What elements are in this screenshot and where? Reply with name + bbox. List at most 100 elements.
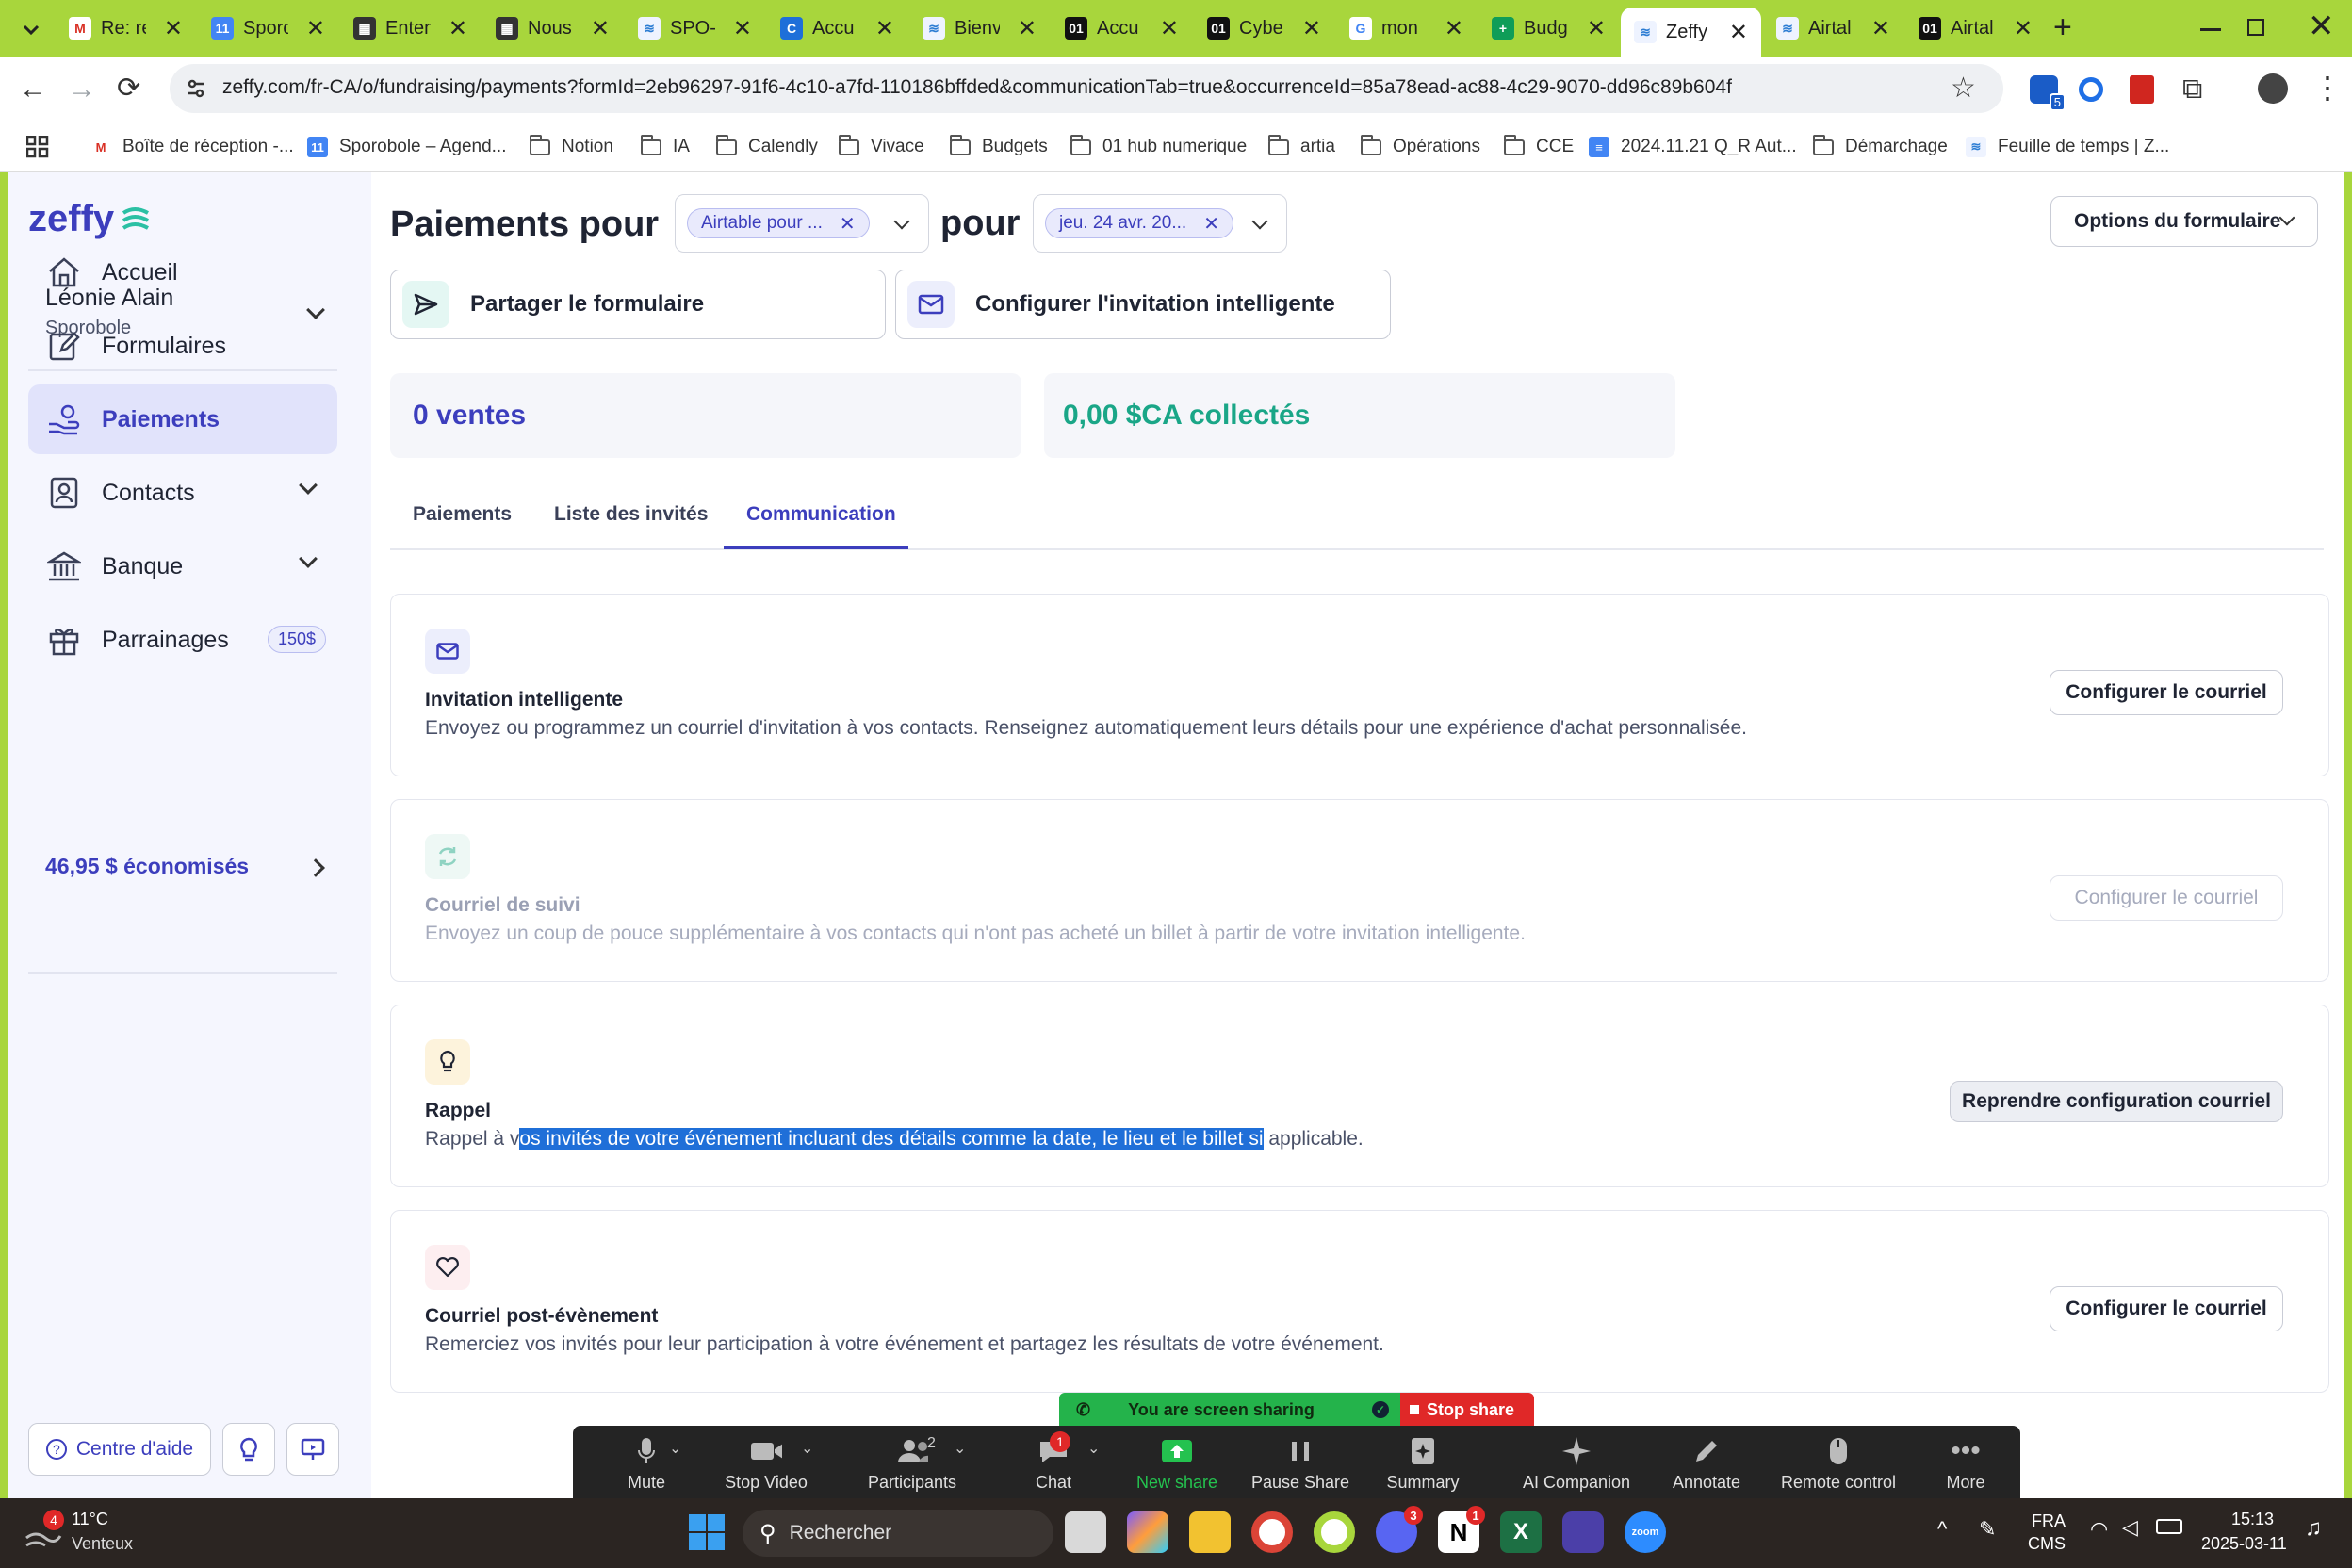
browser-tab[interactable]: ≋ Airtal ✕ (1763, 8, 1903, 49)
input-method[interactable]: CMS (2028, 1534, 2066, 1554)
browser-tab[interactable]: ≋ Bienv ✕ (909, 8, 1050, 49)
close-tab-icon[interactable]: ✕ (1302, 15, 1321, 42)
chevron-down-icon[interactable] (299, 549, 318, 568)
chrome-menu-icon[interactable]: ⋮ (2312, 70, 2343, 106)
chevron-up-icon[interactable]: ⌄ (669, 1439, 681, 1458)
stop-share-button[interactable]: Stop share (1400, 1393, 1534, 1427)
file-explorer-icon[interactable] (1189, 1511, 1231, 1553)
idea-button[interactable] (222, 1423, 275, 1476)
browser-tab[interactable]: 01 Airtal ✕ (1905, 8, 2046, 49)
close-tab-icon[interactable]: ✕ (2014, 15, 2033, 42)
browser-tab[interactable]: ≋ SPO-(✕ (625, 8, 765, 49)
language-indicator[interactable]: FRA (2032, 1511, 2066, 1531)
clock-date[interactable]: 2025-03-11 (2201, 1534, 2287, 1554)
weather-icon[interactable]: 4 (23, 1510, 64, 1553)
extension-icon[interactable]: 5 (2030, 75, 2066, 111)
form-selector[interactable]: Airtable pour ... ✕ (675, 194, 929, 253)
bookmark-item[interactable]: Démarchage (1813, 132, 1948, 162)
remote-control-button[interactable]: Remote control (1768, 1426, 1909, 1498)
zeffy-logo[interactable]: zeffy (28, 198, 152, 240)
browser-tab[interactable]: + Budg ✕ (1478, 8, 1619, 49)
bookmark-item[interactable]: artia (1268, 132, 1335, 162)
browser-tab[interactable]: 11 Sporo ✕ (198, 8, 338, 49)
bookmark-item[interactable]: Budgets (950, 132, 1048, 162)
back-button[interactable]: ← (19, 74, 47, 106)
profile-avatar[interactable] (2258, 74, 2288, 104)
chevron-up-icon[interactable]: ⌄ (954, 1439, 966, 1458)
chevron-up-icon[interactable]: ⌄ (1087, 1439, 1100, 1458)
chevron-down-icon[interactable] (1251, 213, 1268, 230)
bookmark-item[interactable]: 01 hub numerique (1070, 132, 1247, 162)
close-icon[interactable]: ✕ (1203, 212, 1219, 236)
chrome-icon[interactable] (1251, 1511, 1293, 1553)
pdf-extension-icon[interactable] (2130, 75, 2154, 104)
url-bar[interactable]: zeffy.com/fr-CA/o/fundraising/payments?f… (170, 64, 2003, 113)
help-center-button[interactable]: ? Centre d'aide (28, 1423, 211, 1476)
chevron-up-icon[interactable]: ⌄ (801, 1439, 813, 1458)
close-icon[interactable]: ✕ (840, 212, 856, 236)
presentation-button[interactable] (286, 1423, 339, 1476)
tab-liste-des-invites[interactable]: Liste des invités (554, 503, 708, 526)
tab-communication[interactable]: Communication (746, 503, 896, 526)
zoom-icon[interactable]: zoom (1625, 1511, 1666, 1553)
forward-button[interactable]: → (68, 74, 96, 106)
browser-tab[interactable]: M Re: re ✕ (56, 8, 196, 49)
task-view-icon[interactable] (1065, 1511, 1106, 1553)
minimize-button[interactable] (2200, 28, 2221, 31)
browser-tab[interactable]: Gmon ✕ (1336, 8, 1477, 49)
bookmark-item[interactable]: CCE (1504, 132, 1574, 162)
copilot-icon[interactable] (1127, 1511, 1168, 1553)
close-tab-icon[interactable]: ✕ (733, 15, 752, 42)
occurrence-selector[interactable]: jeu. 24 avr. 20... ✕ (1033, 194, 1287, 253)
close-tab-icon[interactable]: ✕ (1587, 15, 1606, 42)
ai-companion-button[interactable]: AI Companion (1506, 1426, 1647, 1498)
sidebar-item-formulaires[interactable]: Formulaires (28, 311, 337, 381)
close-tab-icon[interactable]: ✕ (164, 15, 183, 42)
apps-grid-icon[interactable] (25, 135, 49, 158)
sidebar-item-parrainages[interactable]: Parrainages 150$ (28, 605, 337, 675)
close-tab-icon[interactable]: ✕ (1018, 15, 1037, 42)
bookmark-item[interactable]: Vivace (839, 132, 924, 162)
form-options-button[interactable]: Options du formulaire (2050, 196, 2318, 247)
browser-tab[interactable]: ▦ Nous ✕ (482, 8, 623, 49)
chevron-down-icon[interactable] (893, 213, 910, 230)
restore-button[interactable] (2247, 19, 2264, 36)
notifications-bell-icon[interactable]: ♫ (2305, 1515, 2322, 1542)
extension-circle-icon[interactable] (2079, 77, 2103, 102)
close-tab-icon[interactable]: ✕ (449, 15, 467, 42)
reload-button[interactable]: ⟳ (117, 72, 140, 105)
sidebar-item-accueil[interactable]: Accueil (28, 237, 337, 307)
taskbar-search[interactable]: ⚲ Rechercher (743, 1510, 1054, 1557)
chevron-up-icon[interactable]: ^ (1937, 1517, 1947, 1542)
pen-icon[interactable]: ✎ (1979, 1517, 1996, 1542)
share-form-button[interactable]: Partager le formulaire (390, 270, 886, 339)
close-tab-icon[interactable]: ✕ (1729, 19, 1748, 46)
bookmark-item[interactable]: 11 Sporobole – Agend... (307, 132, 506, 162)
bookmark-item[interactable]: Notion (530, 132, 613, 162)
volume-icon[interactable]: ◁ (2122, 1515, 2138, 1540)
new-tab-button[interactable]: + (2053, 9, 2072, 46)
configure-invitation-button[interactable]: Configurer l'invitation intelligente (895, 270, 1391, 339)
close-tab-icon[interactable]: ✕ (875, 15, 894, 42)
close-tab-icon[interactable]: ✕ (1160, 15, 1179, 42)
bookmark-item[interactable]: ≡ 2024.11.21 Q_R Aut... (1589, 132, 1797, 162)
stop-video-button[interactable]: Stop Video (714, 1426, 818, 1498)
mute-button[interactable]: Mute (609, 1426, 684, 1498)
pause-share-button[interactable]: Pause Share (1244, 1426, 1357, 1498)
bookmark-star-icon[interactable]: ☆ (1951, 72, 1976, 105)
bookmark-item[interactable]: M Boîte de réception -... (90, 132, 294, 162)
bookmark-item[interactable]: ≋ Feuille de temps | Z... (1966, 132, 2169, 162)
close-window-button[interactable]: ✕ (2308, 8, 2335, 45)
chevron-right-icon[interactable] (306, 858, 325, 877)
battery-icon[interactable] (2156, 1519, 2182, 1534)
bookmark-item[interactable]: Opérations (1361, 132, 1480, 162)
browser-tab[interactable]: C Accu ✕ (767, 8, 907, 49)
browser-tab[interactable]: ▦ Enten ✕ (340, 8, 481, 49)
browser-tab[interactable]: 01 Cyber ✕ (1194, 8, 1334, 49)
close-tab-icon[interactable]: ✕ (1871, 15, 1890, 42)
annotate-button[interactable]: Annotate (1655, 1426, 1758, 1498)
more-button[interactable]: ••• More (1928, 1426, 2003, 1498)
browser-tab[interactable]: ≋ Zeffy ✕ (1621, 8, 1761, 57)
configure-email-button[interactable]: Configurer le courriel (2050, 670, 2283, 715)
sidebar-item-banque[interactable]: Banque (28, 531, 337, 601)
